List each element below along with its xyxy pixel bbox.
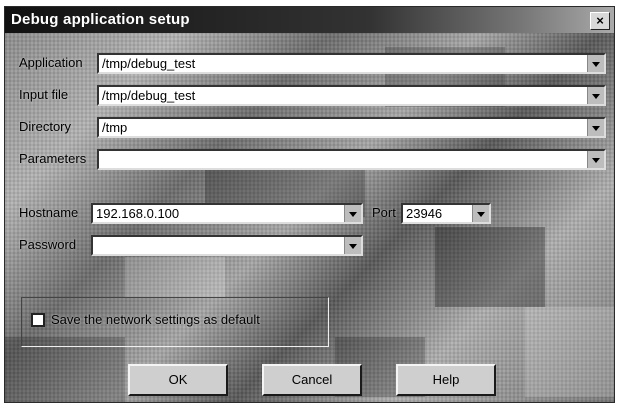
hostname-label: Hostname xyxy=(19,205,79,220)
port-dropdown-button[interactable] xyxy=(472,205,489,222)
password-dropdown-button[interactable] xyxy=(344,237,361,254)
save-default-checkbox[interactable] xyxy=(31,313,45,327)
debug-setup-dialog: Debug application setup × Application /t… xyxy=(4,6,615,403)
cancel-button[interactable]: Cancel xyxy=(262,364,362,396)
application-combo[interactable]: /tmp/debug_test xyxy=(97,53,606,74)
port-value: 23946 xyxy=(406,206,443,221)
parameters-dropdown-button[interactable] xyxy=(587,151,604,168)
application-dropdown-button[interactable] xyxy=(587,55,604,72)
help-button[interactable]: Help xyxy=(396,364,496,396)
directory-dropdown-button[interactable] xyxy=(587,119,604,136)
dialog-title: Debug application setup xyxy=(11,11,190,28)
application-value: /tmp/debug_test xyxy=(102,56,196,71)
ok-button[interactable]: OK xyxy=(128,364,228,396)
input-file-value: /tmp/debug_test xyxy=(102,88,196,103)
chevron-down-icon xyxy=(349,212,357,217)
hostname-combo[interactable]: 192.168.0.100 xyxy=(91,203,363,224)
input-file-dropdown-button[interactable] xyxy=(587,87,604,104)
port-combo[interactable]: 23946 xyxy=(401,203,491,224)
title-bar[interactable]: Debug application setup × xyxy=(5,7,614,33)
input-file-combo[interactable]: /tmp/debug_test xyxy=(97,85,606,106)
password-label: Password xyxy=(19,237,77,252)
application-label: Application xyxy=(19,55,83,70)
chevron-down-icon xyxy=(592,158,600,163)
chevron-down-icon xyxy=(477,212,485,217)
background-block xyxy=(525,307,614,397)
chevron-down-icon xyxy=(592,126,600,131)
directory-value: /tmp xyxy=(102,120,128,135)
chevron-down-icon xyxy=(349,244,357,249)
password-combo[interactable] xyxy=(91,235,363,256)
input-file-label: Input file xyxy=(19,87,69,102)
background-block xyxy=(125,257,225,297)
parameters-label: Parameters xyxy=(19,151,87,166)
save-default-label[interactable]: Save the network settings as default xyxy=(51,312,260,327)
hostname-dropdown-button[interactable] xyxy=(344,205,361,222)
directory-label: Directory xyxy=(19,119,72,134)
port-label: Port xyxy=(372,205,396,220)
parameters-combo[interactable] xyxy=(97,149,606,170)
chevron-down-icon xyxy=(592,94,600,99)
directory-combo[interactable]: /tmp xyxy=(97,117,606,138)
hostname-value: 192.168.0.100 xyxy=(96,206,180,221)
background-block xyxy=(435,227,545,307)
close-button[interactable]: × xyxy=(590,12,610,30)
chevron-down-icon xyxy=(592,62,600,67)
